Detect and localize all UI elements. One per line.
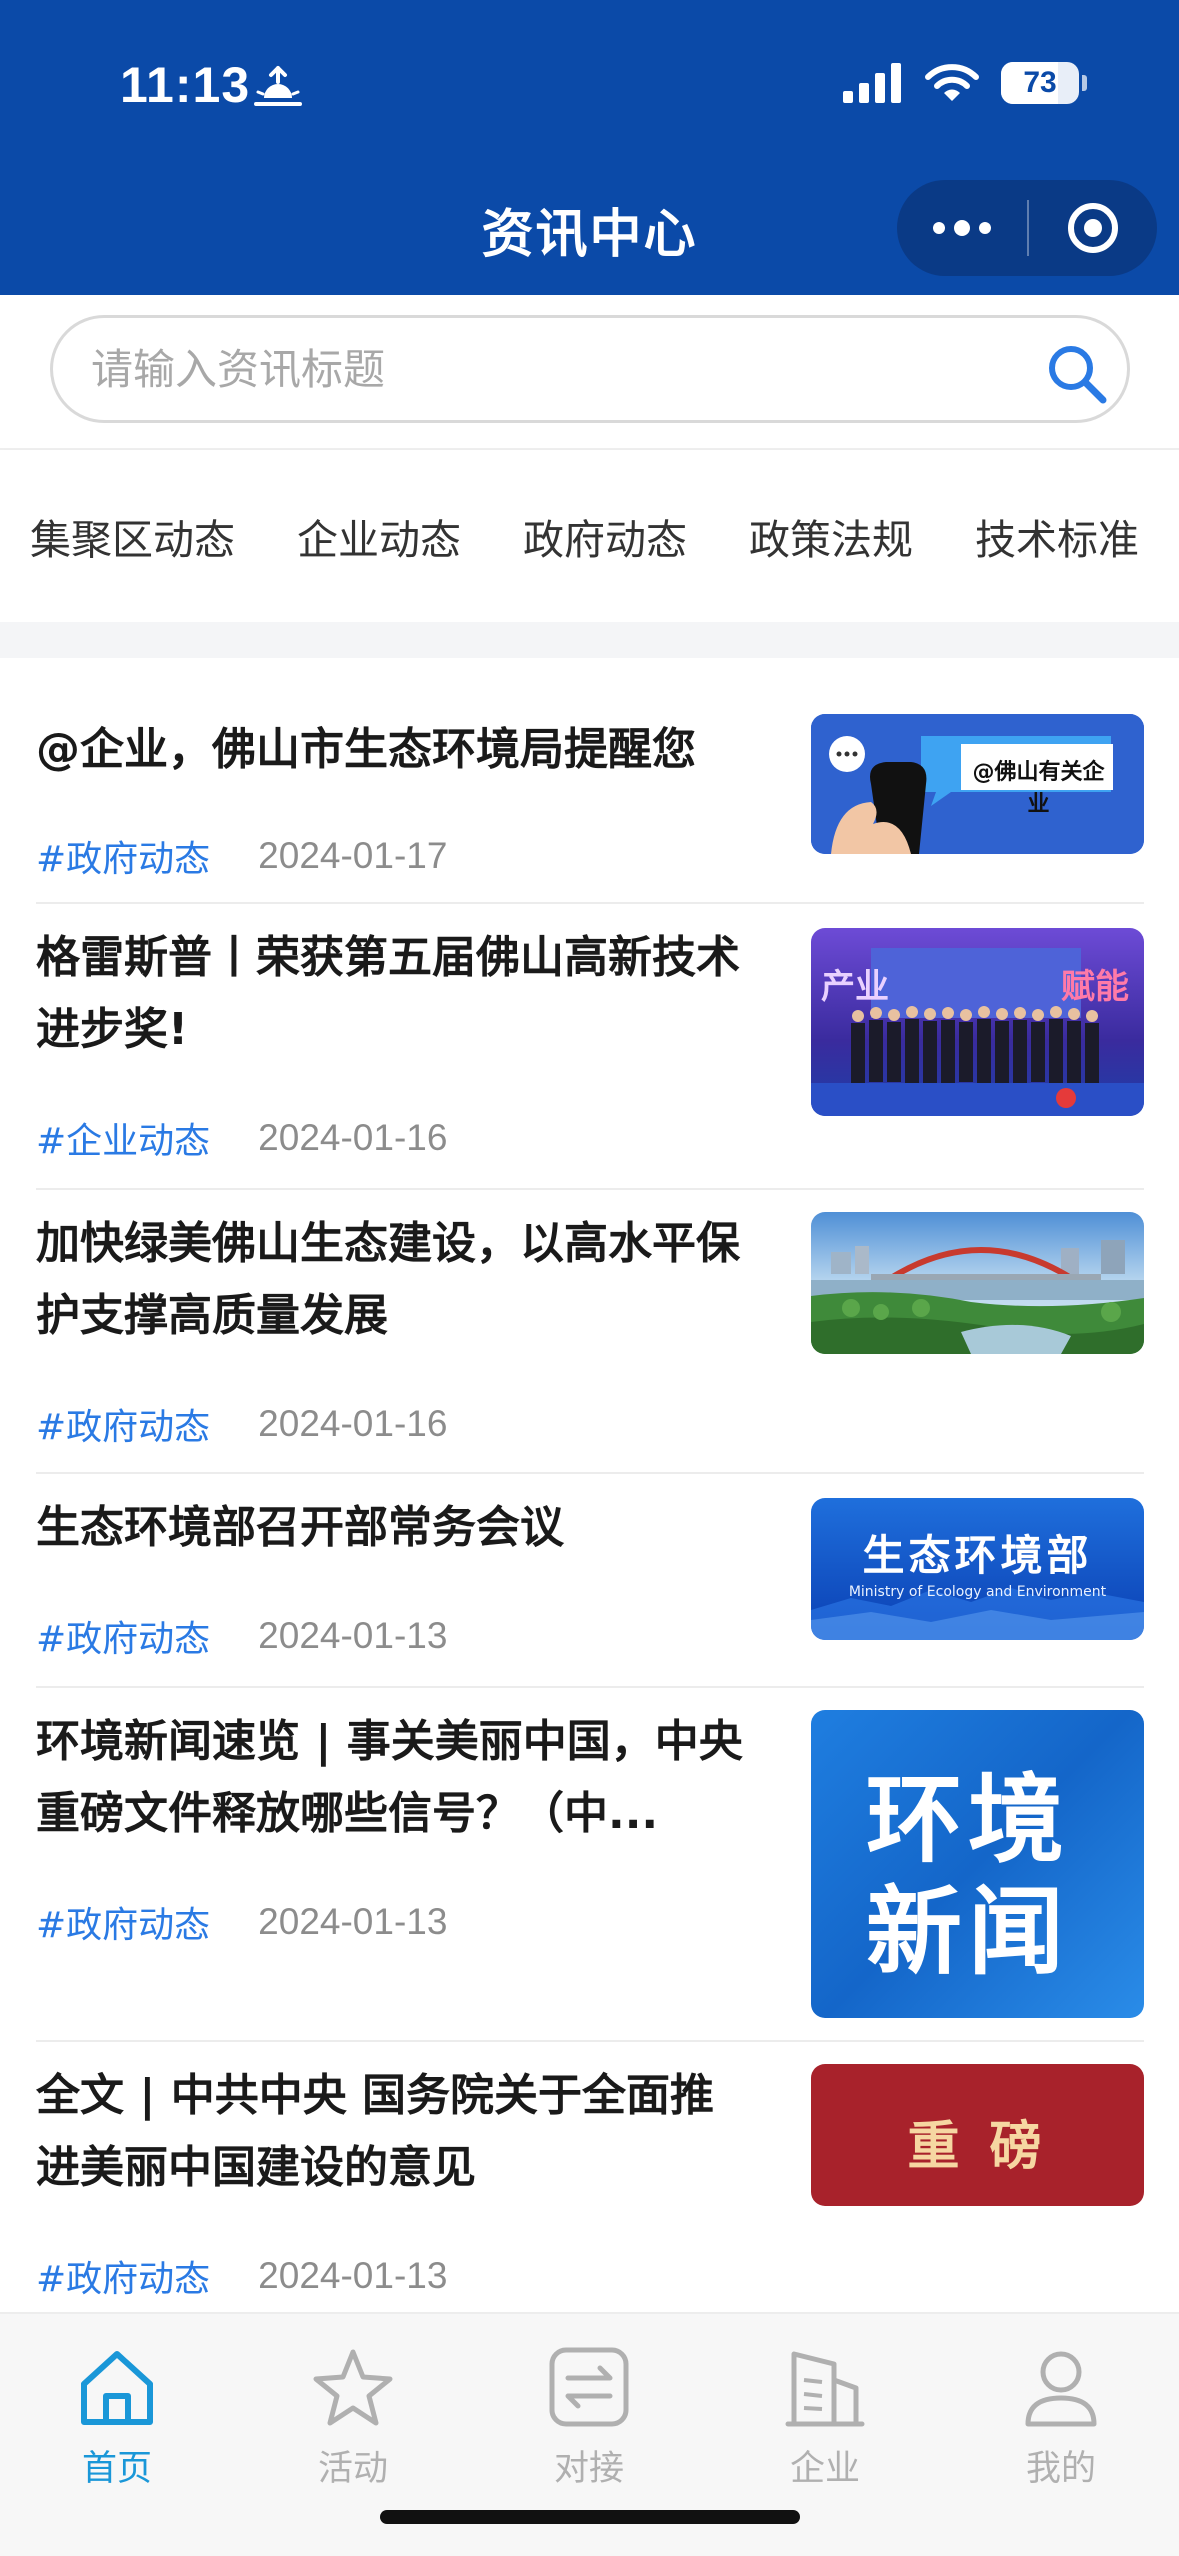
news-item[interactable]: 生态环境部召开部常务会议 #政府动态 2024-01-13 生态环境部 Mini… (36, 1492, 1144, 1682)
news-tag: #政府动态 (36, 1905, 211, 1946)
tab-enterprise-news[interactable]: 企业动态 (297, 506, 461, 566)
news-thumbnail: 重 磅 (811, 2064, 1144, 2206)
tabbar-label: 活动 (317, 2449, 388, 2489)
news-date: 2024-01-13 (258, 2255, 448, 2296)
news-title: 生态环境部召开部常务会议 (36, 1502, 564, 1553)
signal-icon (843, 63, 901, 103)
divider (36, 2040, 1144, 2042)
thumb-subcaption: Ministry of Ecology and Environment (848, 1584, 1107, 1600)
news-item[interactable]: 加快绿美佛山生态建设，以高水平保护支撑高质量发展 #政府动态 2024-01-1… (36, 1208, 1144, 1468)
tab-government-news[interactable]: 政府动态 (523, 506, 687, 566)
status-indicators: 73 (843, 62, 1087, 104)
news-date: 2024-01-16 (258, 1117, 448, 1158)
more-menu-button[interactable] (897, 180, 1027, 276)
bridge-park-photo (811, 1212, 1144, 1354)
news-item[interactable]: 格雷斯普丨荣获第五届佛山高新技术进步奖! #企业动态 2024-01-16 产业… (36, 922, 1144, 1182)
news-item[interactable]: 环境新闻速览 | 事关美丽中国，中央重磅文件释放哪些信号？（中... #政府动态… (36, 1706, 1144, 2036)
award-group-photo: 产业 赋能 (811, 928, 1144, 1116)
news-thumbnail: 产业 赋能 (811, 928, 1144, 1116)
category-tabs: 集聚区动态 企业动态 政府动态 政策法规 技术标准 (0, 450, 1179, 622)
news-date: 2024-01-13 (258, 1901, 448, 1942)
thumb-caption: 环境新闻 (866, 1764, 1070, 1988)
tab-policy-regulations[interactable]: 政策法规 (749, 506, 913, 566)
divider (36, 902, 1144, 904)
battery-level: 73 (1023, 66, 1057, 99)
thumb-caption: @佛山有关企业 (972, 760, 1105, 817)
miniprogram-capsule (897, 180, 1157, 276)
news-thumbnail: @佛山有关企业 (811, 714, 1144, 854)
news-meta: #政府动态 2024-01-17 (36, 830, 447, 882)
exchange-icon (549, 2347, 629, 2427)
news-date: 2024-01-16 (258, 1403, 448, 1444)
tabbar-profile[interactable]: 我的 (986, 2344, 1136, 2491)
target-icon (1068, 203, 1118, 253)
search-input[interactable] (91, 344, 991, 394)
thumb-caption: 重 磅 (907, 2116, 1048, 2177)
news-thumbnail (811, 1212, 1144, 1354)
news-tag: #政府动态 (36, 2259, 211, 2300)
more-dot-icon (954, 220, 970, 236)
header: 11:13 73 资讯中心 (0, 0, 1179, 295)
search-icon[interactable] (1041, 338, 1113, 410)
tabbar-enterprise[interactable]: 企业 (750, 2344, 900, 2491)
tabbar-label: 对接 (553, 2449, 624, 2489)
divider (36, 1472, 1144, 1474)
svg-text:产业: 产业 (821, 967, 889, 1007)
close-miniprogram-button[interactable] (1029, 180, 1157, 276)
status-time: 11:13 (120, 57, 251, 113)
news-meta: #政府动态 2024-01-13 (36, 1896, 447, 1948)
news-title: 全文 | 中共中央 国务院关于全面推进美丽中国建设的意见 (36, 2070, 715, 2193)
news-item[interactable]: 全文 | 中共中央 国务院关于全面推进美丽中国建设的意见 #政府动态 2024-… (36, 2060, 1144, 2320)
tab-cluster-news[interactable]: 集聚区动态 (30, 506, 235, 566)
news-date: 2024-01-13 (258, 1615, 448, 1656)
more-dot-icon (979, 222, 991, 234)
news-title: @企业，佛山市生态环境局提醒您 (36, 724, 696, 775)
search-bar (0, 295, 1179, 448)
news-title: 环境新闻速览 | 事关美丽中国，中央重磅文件释放哪些信号？（中... (36, 1716, 743, 1839)
battery-icon: 73 (1001, 62, 1087, 104)
news-tag: #政府动态 (36, 839, 211, 880)
news-thumbnail: 生态环境部 Ministry of Ecology and Environmen… (811, 1498, 1144, 1640)
news-thumbnail: 环境新闻 (811, 1710, 1144, 2018)
tabbar-activity[interactable]: 活动 (278, 2344, 428, 2491)
news-date: 2024-01-17 (258, 835, 448, 876)
tabbar-label: 我的 (1025, 2449, 1096, 2489)
person-icon (1025, 2351, 1097, 2427)
news-tag: #政府动态 (36, 1407, 211, 1448)
news-title: 格雷斯普丨荣获第五届佛山高新技术进步奖! (36, 932, 740, 1055)
news-tag: #企业动态 (36, 1121, 211, 1162)
news-meta: #企业动态 2024-01-16 (36, 1112, 447, 1164)
news-title: 加快绿美佛山生态建设，以高水平保护支撑高质量发展 (36, 1218, 740, 1341)
search-box (50, 315, 1130, 423)
divider (36, 1188, 1144, 1190)
more-dot-icon (933, 222, 945, 234)
divider (36, 1686, 1144, 1688)
home-icon (81, 2351, 153, 2425)
news-tag: #政府动态 (36, 1619, 211, 1660)
tabbar-label: 首页 (81, 2449, 152, 2489)
thumb-caption: 生态环境部 (862, 1531, 1093, 1580)
wifi-icon (925, 64, 979, 101)
tab-technical-standards[interactable]: 技术标准 (975, 506, 1139, 566)
news-meta: #政府动态 2024-01-13 (36, 2250, 447, 2302)
news-meta: #政府动态 2024-01-13 (36, 1610, 447, 1662)
news-item[interactable]: @企业，佛山市生态环境局提醒您 #政府动态 2024-01-17 @佛山有关企业 (36, 700, 1144, 900)
svg-text:赋能: 赋能 (1061, 967, 1129, 1007)
sunrise-icon (254, 66, 302, 106)
star-icon (313, 2349, 393, 2426)
news-meta: #政府动态 2024-01-16 (36, 1398, 447, 1450)
tabbar-matchmaking[interactable]: 对接 (514, 2344, 664, 2491)
home-indicator (380, 2510, 800, 2524)
tabbar-home[interactable]: 首页 (42, 2344, 192, 2491)
divider (0, 622, 1179, 658)
tabbar-label: 企业 (789, 2449, 860, 2489)
building-icon (785, 2351, 865, 2427)
